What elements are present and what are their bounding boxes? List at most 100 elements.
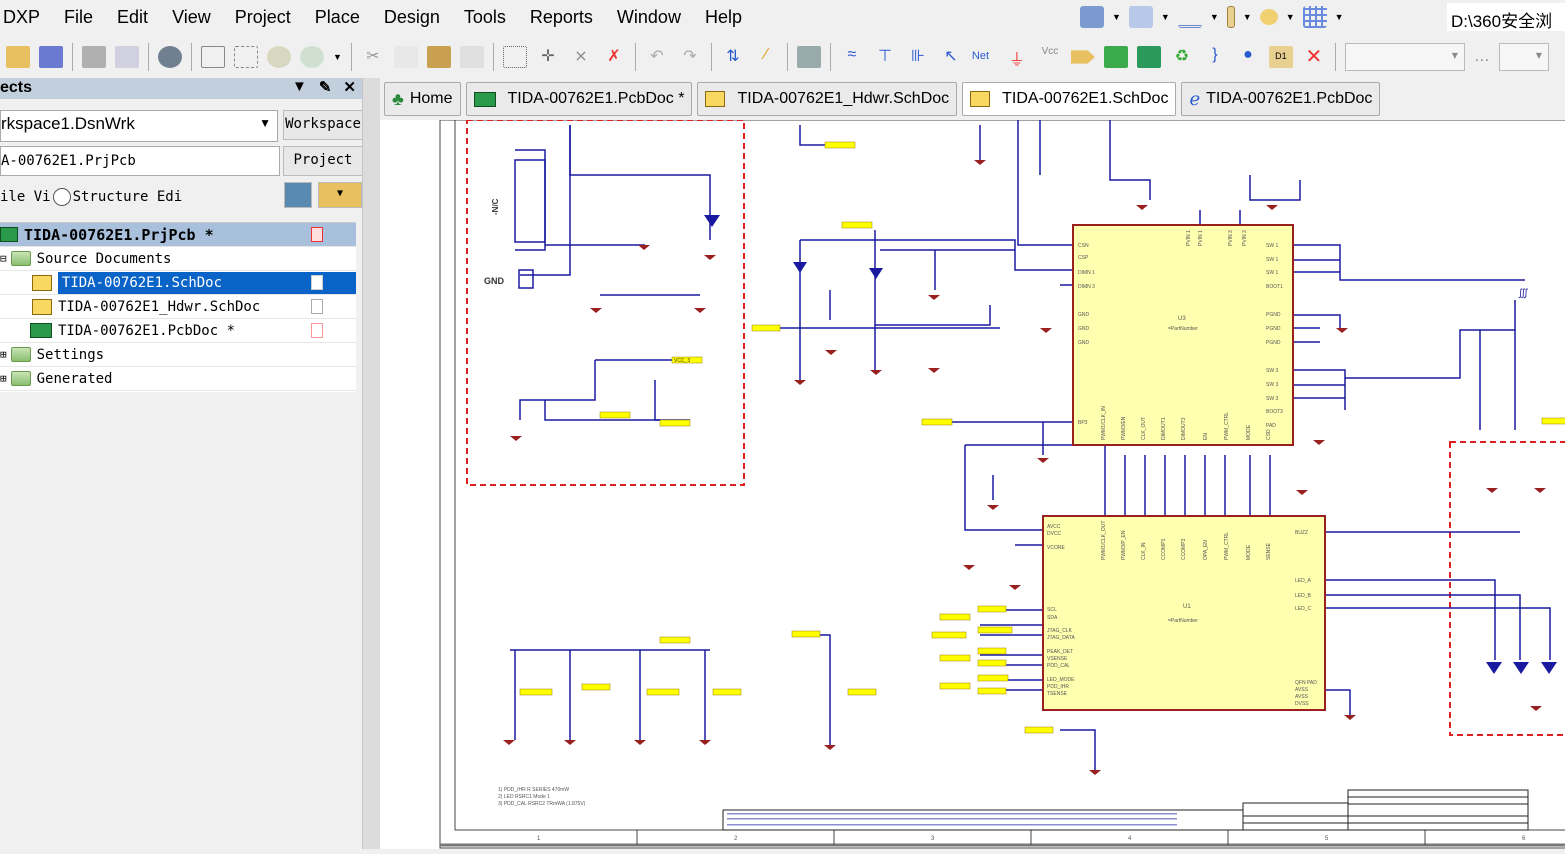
resistor-icon[interactable] (1226, 6, 1235, 28)
undo-icon[interactable]: ↶ (645, 46, 669, 68)
tree-item-hdwr-schdoc[interactable]: TIDA-00762E1_Hdwr.SchDoc (0, 295, 356, 319)
print-preview-icon[interactable] (115, 46, 139, 68)
wire-icon[interactable]: ≈ (840, 46, 864, 68)
more-icon[interactable]: … (1474, 48, 1490, 66)
compile-icon[interactable] (284, 182, 312, 208)
menu-project[interactable]: Project (223, 7, 303, 28)
dropdown-arrow-icon[interactable]: ▼ (1243, 12, 1252, 22)
tab-home[interactable]: ♣ Home (384, 82, 461, 116)
grid-icon[interactable] (1302, 6, 1327, 28)
tree-item-settings[interactable]: ⊞ Settings (0, 343, 356, 367)
project-button[interactable]: Project (283, 146, 363, 176)
bus-entry-icon[interactable]: ↖ (939, 46, 963, 68)
harness-connector-icon[interactable]: } (1203, 46, 1227, 68)
cut-icon[interactable]: ✂ (361, 46, 385, 68)
tree-item-pcbdoc[interactable]: TIDA-00762E1.PcbDoc * (0, 319, 356, 343)
move-icon[interactable]: ✛ (536, 46, 560, 68)
harness-entry-icon[interactable]: ● (1236, 46, 1260, 68)
redo-icon[interactable]: ↷ (678, 46, 702, 68)
dropdown-arrow-icon[interactable]: ▼ (1210, 12, 1219, 22)
no-erc-icon[interactable]: ✕ (1302, 46, 1326, 68)
sheet-tools-icon[interactable] (1080, 6, 1104, 28)
device-sheet-icon[interactable]: ♻ (1170, 46, 1194, 68)
gnd-port-icon[interactable]: ⏚ (1005, 46, 1029, 69)
dropdown-arrow-icon[interactable]: ▼ (1112, 12, 1121, 22)
panel-menu-icon[interactable]: ▼ (292, 78, 307, 96)
menu-design[interactable]: Design (372, 7, 452, 28)
net-label-icon[interactable]: Net (972, 46, 996, 68)
document-path-field[interactable]: D:\360安全浏 (1447, 3, 1565, 31)
panel-splitter[interactable] (362, 78, 380, 849)
project-field[interactable]: A-00762E1.PrjPcb (0, 146, 280, 176)
dropdown-arrow-icon[interactable]: ▼ (1335, 12, 1344, 22)
vcc-port-icon[interactable]: Vcc (1038, 46, 1062, 68)
tree-item-source-documents[interactable]: ⊟ Source Documents (0, 247, 356, 271)
project-options-icon[interactable]: ▼ (318, 182, 362, 208)
select-area-icon[interactable] (502, 46, 527, 68)
expand-icon[interactable]: ⊞ (0, 348, 7, 361)
pin-label: SCL (1047, 607, 1057, 613)
library-icon[interactable] (796, 46, 821, 68)
signal-harness-icon[interactable]: ⊪ (906, 46, 930, 68)
bus-icon[interactable]: ⊤ (873, 46, 897, 68)
structure-editor-option[interactable]: Structure Edi (73, 189, 183, 205)
port-icon[interactable] (1259, 9, 1278, 25)
secondary-combo[interactable] (1498, 43, 1549, 71)
tree-item-generated[interactable]: ⊞ Generated (0, 367, 356, 391)
deselect-icon[interactable]: ⨯ (569, 46, 593, 68)
zoom-filtered-icon[interactable] (300, 46, 324, 68)
tab-schdoc[interactable]: TIDA-00762E1.SchDoc (962, 82, 1177, 116)
menu-edit[interactable]: Edit (105, 7, 160, 28)
tree-item-project[interactable]: TIDA-00762E1.PrjPcb * (0, 223, 356, 247)
menu-place[interactable]: Place (303, 7, 372, 28)
menu-tools[interactable]: Tools (452, 7, 518, 28)
rubber-stamp-icon[interactable] (459, 46, 484, 68)
close-icon[interactable]: ✕ (343, 78, 356, 96)
menu-view[interactable]: View (160, 7, 223, 28)
copy-icon[interactable] (393, 46, 418, 68)
3d-view-icon[interactable] (158, 46, 182, 68)
sheet-symbol-icon[interactable] (1103, 46, 1128, 68)
dropdown-arrow-icon[interactable]: ▼ (333, 52, 342, 62)
tab-pcbdoc[interactable]: ℯ TIDA-00762E1.PcbDoc (1181, 82, 1381, 116)
file-view-option[interactable]: ile Vi (0, 189, 51, 205)
chevron-down-icon[interactable]: ▼ (259, 116, 271, 130)
main-toolbar: ▼ ✂ ✛ ⨯ ✗ ↶ ↷ ⇅ ⁄ ≈ ⊤ ⊪ ↖ Net ⏚ Vcc ♻ } … (0, 38, 1565, 76)
menu-window[interactable]: Window (605, 7, 693, 28)
sheet-entry-icon[interactable] (1136, 46, 1161, 68)
zoom-selected-icon[interactable] (267, 46, 291, 68)
filter-combo[interactable] (1344, 43, 1465, 71)
schematic-canvas[interactable]: 123456 U3 =PartNumber U1 =PartNumber CSN… (380, 119, 1565, 849)
align-icon[interactable] (1128, 6, 1153, 28)
menu-help[interactable]: Help (693, 7, 754, 28)
tree-item-schdoc[interactable]: TIDA-00762E1.SchDoc (0, 271, 356, 295)
part-icon[interactable] (1070, 50, 1095, 64)
expand-icon[interactable]: ⊞ (0, 372, 7, 385)
structure-radio[interactable] (52, 188, 71, 206)
workspace-select[interactable]: rkspace1.DsnWrk ▼ (0, 110, 278, 142)
dropdown-arrow-icon[interactable]: ▼ (1161, 12, 1170, 22)
dropdown-arrow-icon[interactable]: ▼ (1286, 12, 1295, 22)
open-icon[interactable] (6, 46, 30, 68)
print-icon[interactable] (82, 46, 106, 68)
menu-reports[interactable]: Reports (518, 7, 605, 28)
menu-dxp[interactable]: DXP (0, 7, 52, 28)
menu-file[interactable]: File (52, 7, 105, 28)
ground-icon[interactable] (1177, 6, 1202, 28)
cross-probe-icon[interactable]: ⁄ (754, 46, 778, 68)
tab-pcbdoc-modified[interactable]: TIDA-00762E1.PcbDoc * (465, 82, 693, 116)
clear-filter-icon[interactable]: ✗ (602, 46, 626, 68)
collapse-icon[interactable]: ⊟ (0, 252, 7, 265)
port-d1-icon[interactable]: D1 (1268, 46, 1293, 68)
pin-label: PWM_CTRL (1224, 412, 1230, 440)
pin-icon[interactable]: ✎ (319, 78, 332, 96)
schematic-drawing[interactable]: 123456 U3 =PartNumber U1 =PartNumber CSN… (380, 119, 1565, 849)
workspace-button[interactable]: Workspace (283, 110, 363, 140)
save-icon[interactable] (39, 46, 63, 68)
hierarchy-icon[interactable]: ⇅ (721, 46, 745, 68)
zoom-fit-icon[interactable] (201, 46, 225, 68)
zoom-area-icon[interactable] (234, 46, 258, 68)
tab-hdwr-schdoc[interactable]: TIDA-00762E1_Hdwr.SchDoc (697, 82, 958, 116)
separator (350, 43, 352, 71)
paste-icon[interactable] (426, 46, 451, 68)
